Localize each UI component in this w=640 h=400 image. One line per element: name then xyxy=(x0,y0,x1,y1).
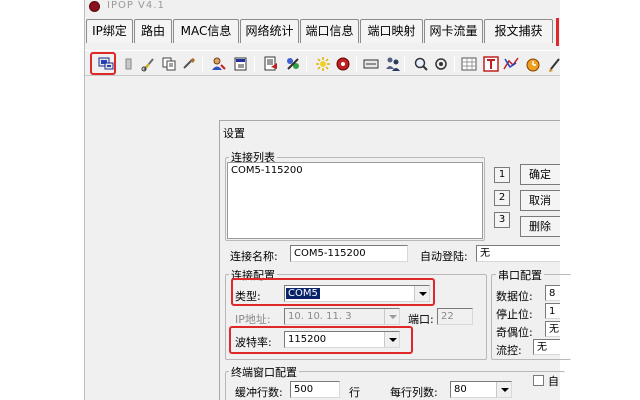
toolbar-separator xyxy=(404,56,405,72)
columns-label: 每行列数: xyxy=(390,386,438,399)
book-icon[interactable] xyxy=(120,55,132,73)
delete-button[interactable]: 删除 xyxy=(520,216,560,237)
autologin-field[interactable]: 无 xyxy=(476,245,560,262)
buffer-lines-label: 缓冲行数: xyxy=(235,386,283,399)
user-icon[interactable] xyxy=(210,55,228,73)
app-logo-icon xyxy=(89,1,100,12)
parity-label: 奇偶位: xyxy=(496,326,533,339)
toolbar-separator xyxy=(454,56,455,72)
flow-control-field[interactable]: 无 xyxy=(533,339,560,355)
app-title: IPOP V4.1 xyxy=(107,0,165,11)
ip-address-field[interactable]: 10. 10. 11. 3 xyxy=(284,308,400,325)
grid-icon[interactable] xyxy=(460,55,478,73)
list-icon[interactable] xyxy=(362,55,380,73)
active-tab-marker xyxy=(556,18,559,46)
type-highlight xyxy=(231,278,435,306)
tools-icon[interactable] xyxy=(284,55,302,73)
cut-icon[interactable] xyxy=(140,55,158,73)
paste-icon[interactable] xyxy=(180,55,198,73)
users-icon[interactable] xyxy=(384,55,402,73)
slot-3-button[interactable]: 3 xyxy=(494,212,510,228)
sun-icon[interactable] xyxy=(314,55,332,73)
tab-packet-capture[interactable]: 报文捕获 xyxy=(484,19,553,43)
autologin-label: 自动登陆: xyxy=(420,250,468,263)
text-icon[interactable] xyxy=(482,55,500,73)
chevron-down-icon[interactable] xyxy=(384,309,399,324)
auto-checkbox-label: 自 xyxy=(548,375,559,388)
tab-port-mapping[interactable]: 端口映射 xyxy=(360,19,423,43)
connection-name-label: 连接名称: xyxy=(230,250,278,263)
port-label: 端口: xyxy=(408,313,434,326)
tab-nic-traffic[interactable]: 网卡流量 xyxy=(424,19,483,43)
slot-2-button[interactable]: 2 xyxy=(494,190,510,206)
paint-icon[interactable] xyxy=(546,55,560,73)
list-item[interactable]: COM5-115200 xyxy=(228,163,482,178)
zoom-icon[interactable] xyxy=(412,55,430,73)
parity-field[interactable]: 无 xyxy=(545,321,560,337)
buffer-lines-field[interactable]: 500 xyxy=(290,381,340,398)
columns-select[interactable]: 80 xyxy=(450,381,512,398)
toolbar-separator xyxy=(254,56,255,72)
confirm-button[interactable]: 确定 xyxy=(520,164,560,185)
flow-control-label: 流控: xyxy=(496,344,522,357)
cancel-button[interactable]: 取消 xyxy=(520,190,560,211)
tab-port-info[interactable]: 端口信息 xyxy=(300,19,359,43)
data-bits-field[interactable]: 8 xyxy=(545,285,560,301)
auto-checkbox[interactable] xyxy=(533,375,544,386)
connect-button-highlight xyxy=(90,52,116,75)
document-icon[interactable] xyxy=(262,55,280,73)
tab-network-stats[interactable]: 网络统计 xyxy=(240,19,299,43)
record-icon[interactable] xyxy=(334,55,352,73)
copy-icon[interactable] xyxy=(160,55,178,73)
dialog-title: 设置 xyxy=(223,127,245,140)
data-bits-label: 数据位: xyxy=(496,290,533,303)
timer-icon[interactable] xyxy=(524,55,542,73)
connection-name-field[interactable]: COM5-115200 xyxy=(290,245,408,262)
refresh-icon[interactable] xyxy=(432,55,450,73)
toolbar-separator xyxy=(306,56,307,72)
slot-1-button[interactable]: 1 xyxy=(494,167,510,183)
port-field[interactable]: 22 xyxy=(437,308,473,325)
stop-bits-field[interactable]: 1 xyxy=(545,303,560,319)
toolbar-separator xyxy=(202,56,203,72)
edit-icon[interactable] xyxy=(232,55,250,73)
terminal-config-label: 终端窗口配置 xyxy=(229,364,299,380)
connection-listbox[interactable]: COM5-115200 xyxy=(227,162,483,239)
tab-mac-info[interactable]: MAC信息 xyxy=(173,19,239,43)
chart-icon[interactable] xyxy=(502,55,520,73)
stop-bits-label: 停止位: xyxy=(496,308,533,321)
ip-address-label: IP地址: xyxy=(235,313,271,326)
buffer-lines-unit: 行 xyxy=(349,386,360,399)
title-bar: IPOP V4.1 xyxy=(85,0,560,14)
serial-config-label: 串口配置 xyxy=(496,267,544,283)
ip-address-value: 10. 10. 11. 3 xyxy=(288,311,352,322)
tab-route[interactable]: 路由 xyxy=(134,19,172,43)
tab-ip-binding[interactable]: IP绑定 xyxy=(86,19,133,43)
chevron-down-icon[interactable] xyxy=(496,382,511,397)
baud-rate-highlight xyxy=(229,326,413,354)
toolbar-separator xyxy=(356,56,357,72)
columns-value: 80 xyxy=(454,384,467,395)
